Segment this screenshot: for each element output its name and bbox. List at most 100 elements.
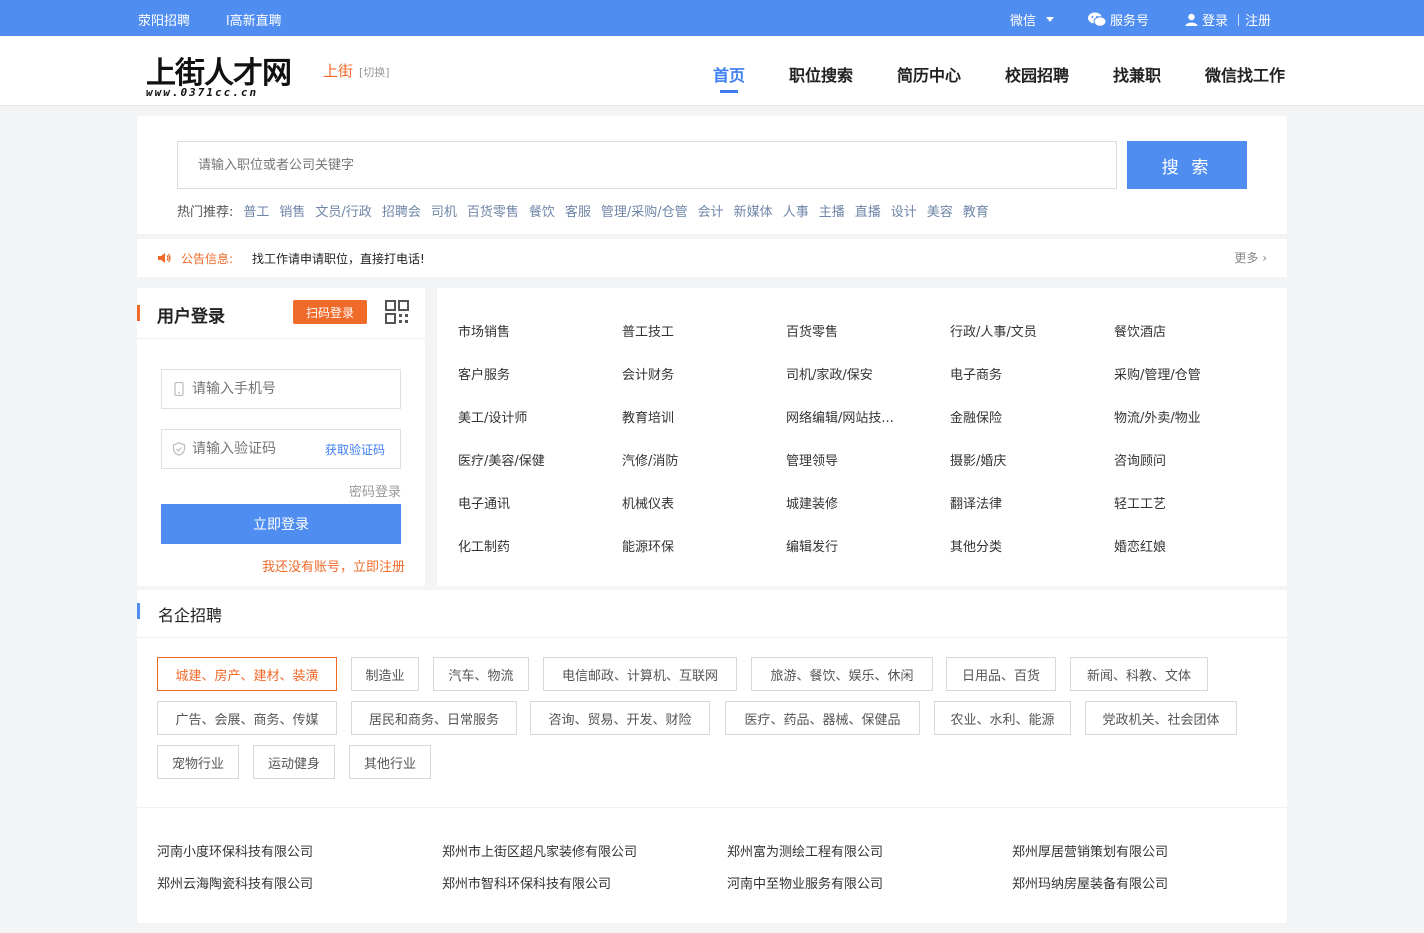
topbar-link-gaoxin[interactable]: l高新直聘 bbox=[226, 10, 282, 29]
category-item[interactable]: 百货零售 bbox=[786, 321, 838, 340]
category-item[interactable]: 婚恋红娘 bbox=[1114, 536, 1166, 555]
hot-item[interactable]: 设计 bbox=[891, 205, 917, 220]
category-item[interactable]: 摄影/婚庆 bbox=[950, 450, 1006, 469]
verification-code-input[interactable] bbox=[192, 430, 322, 468]
nav-job-search[interactable]: 职位搜索 bbox=[789, 62, 853, 86]
industry-tag[interactable]: 制造业 bbox=[351, 657, 419, 691]
category-item[interactable]: 医疗/美容/保健 bbox=[458, 450, 545, 469]
category-item[interactable]: 美工/设计师 bbox=[458, 407, 527, 426]
wechat-label: 微信 bbox=[1010, 14, 1037, 29]
hot-item[interactable]: 管理/采购/仓管 bbox=[601, 205, 688, 220]
notice-more-link[interactable]: 更多 › bbox=[1234, 249, 1267, 266]
site-logo[interactable]: 上街人才网 www.0371cc.cn bbox=[146, 44, 296, 100]
hot-item[interactable]: 会计 bbox=[698, 205, 724, 220]
notice-text[interactable]: 找工作请申请职位，直接打电话! bbox=[252, 250, 425, 267]
category-item[interactable]: 咨询顾问 bbox=[1114, 450, 1166, 469]
topbar-login-link[interactable]: 登录 bbox=[1202, 10, 1228, 29]
category-item[interactable]: 其他分类 bbox=[950, 536, 1002, 555]
nav-wechat-jobs[interactable]: 微信找工作 bbox=[1205, 62, 1285, 86]
service-account-link[interactable]: 服务号 bbox=[1088, 10, 1149, 29]
company-link[interactable]: 郑州玛纳房屋装备有限公司 bbox=[1012, 873, 1168, 892]
category-item[interactable]: 翻译法律 bbox=[950, 493, 1002, 512]
hot-item[interactable]: 百货零售 bbox=[467, 205, 519, 220]
category-item[interactable]: 汽修/消防 bbox=[622, 450, 678, 469]
industry-tag[interactable]: 新闻、科教、文体 bbox=[1070, 657, 1208, 691]
hot-item[interactable]: 司机 bbox=[431, 205, 457, 220]
hot-item[interactable]: 文员/行政 bbox=[315, 205, 371, 220]
category-item[interactable]: 电子商务 bbox=[950, 364, 1002, 383]
industry-tag[interactable]: 运动健身 bbox=[253, 745, 335, 779]
qr-code-icon[interactable] bbox=[385, 300, 409, 324]
register-link[interactable]: 我还没有账号，立即注册 bbox=[262, 556, 405, 575]
hot-item[interactable]: 普工 bbox=[243, 205, 269, 220]
industry-tag[interactable]: 其他行业 bbox=[349, 745, 431, 779]
site-header: 上街人才网 www.0371cc.cn 上街 [切换] 首页 职位搜索 简历中心… bbox=[0, 36, 1424, 106]
company-link[interactable]: 河南中至物业服务有限公司 bbox=[727, 873, 883, 892]
category-item[interactable]: 司机/家政/保安 bbox=[786, 364, 873, 383]
divider bbox=[137, 637, 1287, 638]
phone-input[interactable] bbox=[192, 370, 322, 408]
industry-tag[interactable]: 电信邮政、计算机、互联网 bbox=[543, 657, 737, 691]
category-item[interactable]: 采购/管理/仓管 bbox=[1114, 364, 1201, 383]
industry-tag[interactable]: 农业、水利、能源 bbox=[934, 701, 1071, 735]
category-item[interactable]: 机械仪表 bbox=[622, 493, 674, 512]
hot-item[interactable]: 招聘会 bbox=[382, 205, 421, 220]
hot-item[interactable]: 新媒体 bbox=[734, 205, 773, 220]
category-item[interactable]: 网络编辑/网站技... bbox=[786, 407, 894, 426]
category-item[interactable]: 金融保险 bbox=[950, 407, 1002, 426]
hot-item[interactable]: 主播 bbox=[819, 205, 845, 220]
category-item[interactable]: 客户服务 bbox=[458, 364, 510, 383]
category-item[interactable]: 市场销售 bbox=[458, 321, 510, 340]
hot-item[interactable]: 客服 bbox=[565, 205, 591, 220]
password-login-link[interactable]: 密码登录 bbox=[349, 481, 401, 500]
category-item[interactable]: 物流/外卖/物业 bbox=[1114, 407, 1201, 426]
search-button[interactable]: 搜 索 bbox=[1127, 141, 1247, 189]
hot-item[interactable]: 餐饮 bbox=[529, 205, 555, 220]
login-button[interactable]: 立即登录 bbox=[161, 504, 401, 544]
nav-part-time[interactable]: 找兼职 bbox=[1113, 62, 1161, 86]
company-link[interactable]: 郑州市上街区超凡家装修有限公司 bbox=[442, 841, 637, 860]
category-item[interactable]: 会计财务 bbox=[622, 364, 674, 383]
industry-tag[interactable]: 城建、房产、建材、装潢 bbox=[157, 657, 337, 691]
company-link[interactable]: 郑州市智科环保科技有限公司 bbox=[442, 873, 611, 892]
wechat-dropdown[interactable]: 微信 bbox=[1010, 10, 1055, 29]
company-link[interactable]: 郑州厚居营销策划有限公司 bbox=[1012, 841, 1168, 860]
city-switch-link[interactable]: [切换] bbox=[359, 64, 390, 80]
hot-item[interactable]: 销售 bbox=[279, 205, 305, 220]
hot-item[interactable]: 教育 bbox=[963, 205, 989, 220]
industry-tag[interactable]: 党政机关、社会团体 bbox=[1085, 701, 1237, 735]
company-link[interactable]: 河南小度环保科技有限公司 bbox=[157, 841, 313, 860]
industry-tag[interactable]: 广告、会展、商务、传媒 bbox=[157, 701, 337, 735]
category-item[interactable]: 教育培训 bbox=[622, 407, 674, 426]
get-code-button[interactable]: 获取验证码 bbox=[310, 430, 400, 468]
industry-tag[interactable]: 医疗、药品、器械、保健品 bbox=[725, 701, 920, 735]
hot-item[interactable]: 直播 bbox=[855, 205, 881, 220]
topbar-link-xingyang[interactable]: 荥阳招聘 bbox=[138, 10, 190, 29]
search-input[interactable] bbox=[178, 142, 1116, 188]
category-item[interactable]: 管理领导 bbox=[786, 450, 838, 469]
category-item[interactable]: 轻工工艺 bbox=[1114, 493, 1166, 512]
industry-tag[interactable]: 旅游、餐饮、娱乐、休闲 bbox=[751, 657, 933, 691]
category-item[interactable]: 城建装修 bbox=[786, 493, 838, 512]
industry-tag[interactable]: 咨询、贸易、开发、财险 bbox=[530, 701, 710, 735]
hot-item[interactable]: 美容 bbox=[927, 205, 953, 220]
industry-tag[interactable]: 宠物行业 bbox=[157, 745, 239, 779]
category-item[interactable]: 能源环保 bbox=[622, 536, 674, 555]
category-item[interactable]: 电子通讯 bbox=[458, 493, 510, 512]
industry-tag[interactable]: 居民和商务、日常服务 bbox=[351, 701, 517, 735]
nav-campus[interactable]: 校园招聘 bbox=[1005, 62, 1069, 86]
nav-home[interactable]: 首页 bbox=[713, 62, 745, 86]
company-link[interactable]: 郑州富为测绘工程有限公司 bbox=[727, 841, 883, 860]
category-item[interactable]: 行政/人事/文员 bbox=[950, 321, 1037, 340]
industry-tag[interactable]: 日用品、百货 bbox=[946, 657, 1056, 691]
industry-tag[interactable]: 汽车、物流 bbox=[433, 657, 529, 691]
category-item[interactable]: 餐饮酒店 bbox=[1114, 321, 1166, 340]
category-item[interactable]: 普工技工 bbox=[622, 321, 674, 340]
company-link[interactable]: 郑州云海陶瓷科技有限公司 bbox=[157, 873, 313, 892]
hot-item[interactable]: 人事 bbox=[783, 205, 809, 220]
topbar-register-link[interactable]: 注册 bbox=[1245, 10, 1271, 29]
nav-resume-center[interactable]: 简历中心 bbox=[897, 62, 961, 86]
category-item[interactable]: 编辑发行 bbox=[786, 536, 838, 555]
category-item[interactable]: 化工制药 bbox=[458, 536, 510, 555]
qr-login-tag[interactable]: 扫码登录 bbox=[293, 300, 367, 324]
